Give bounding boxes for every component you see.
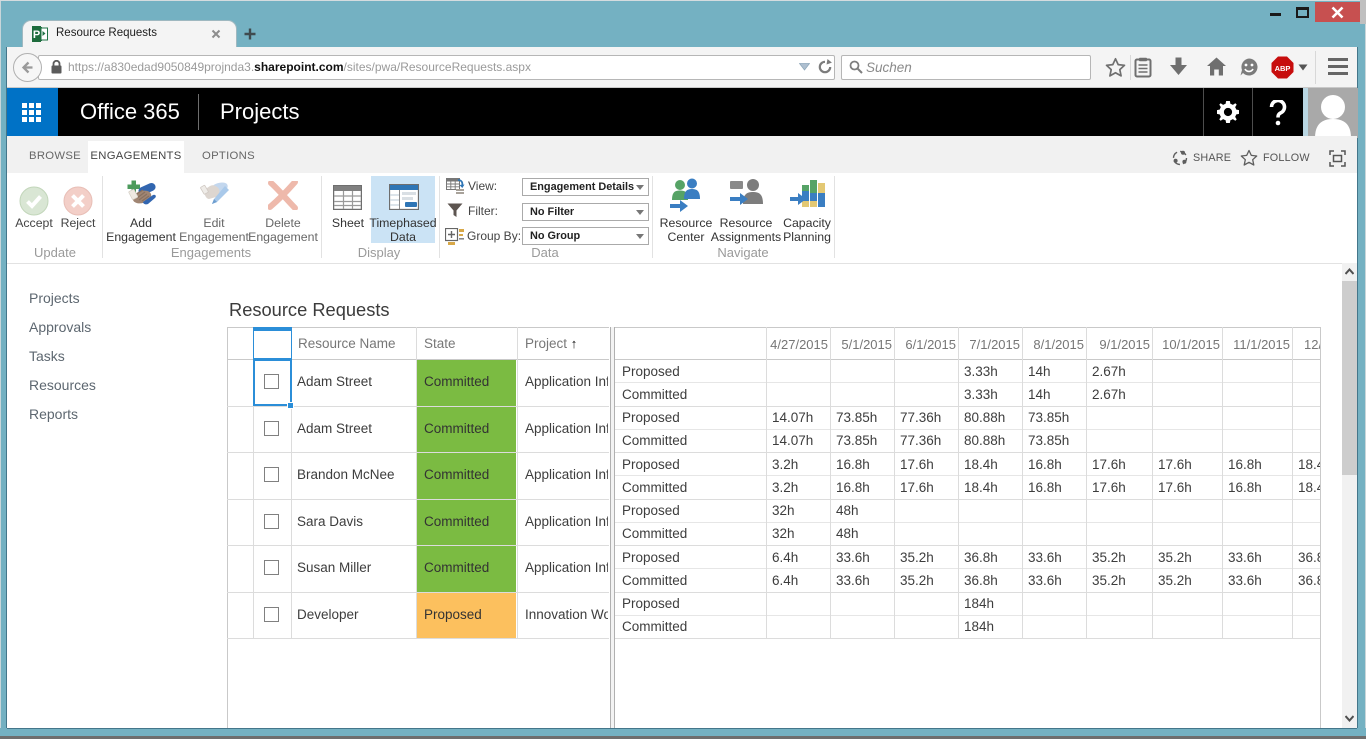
svg-text:P: P [33,29,40,41]
svg-text:ABP: ABP [1275,64,1291,73]
